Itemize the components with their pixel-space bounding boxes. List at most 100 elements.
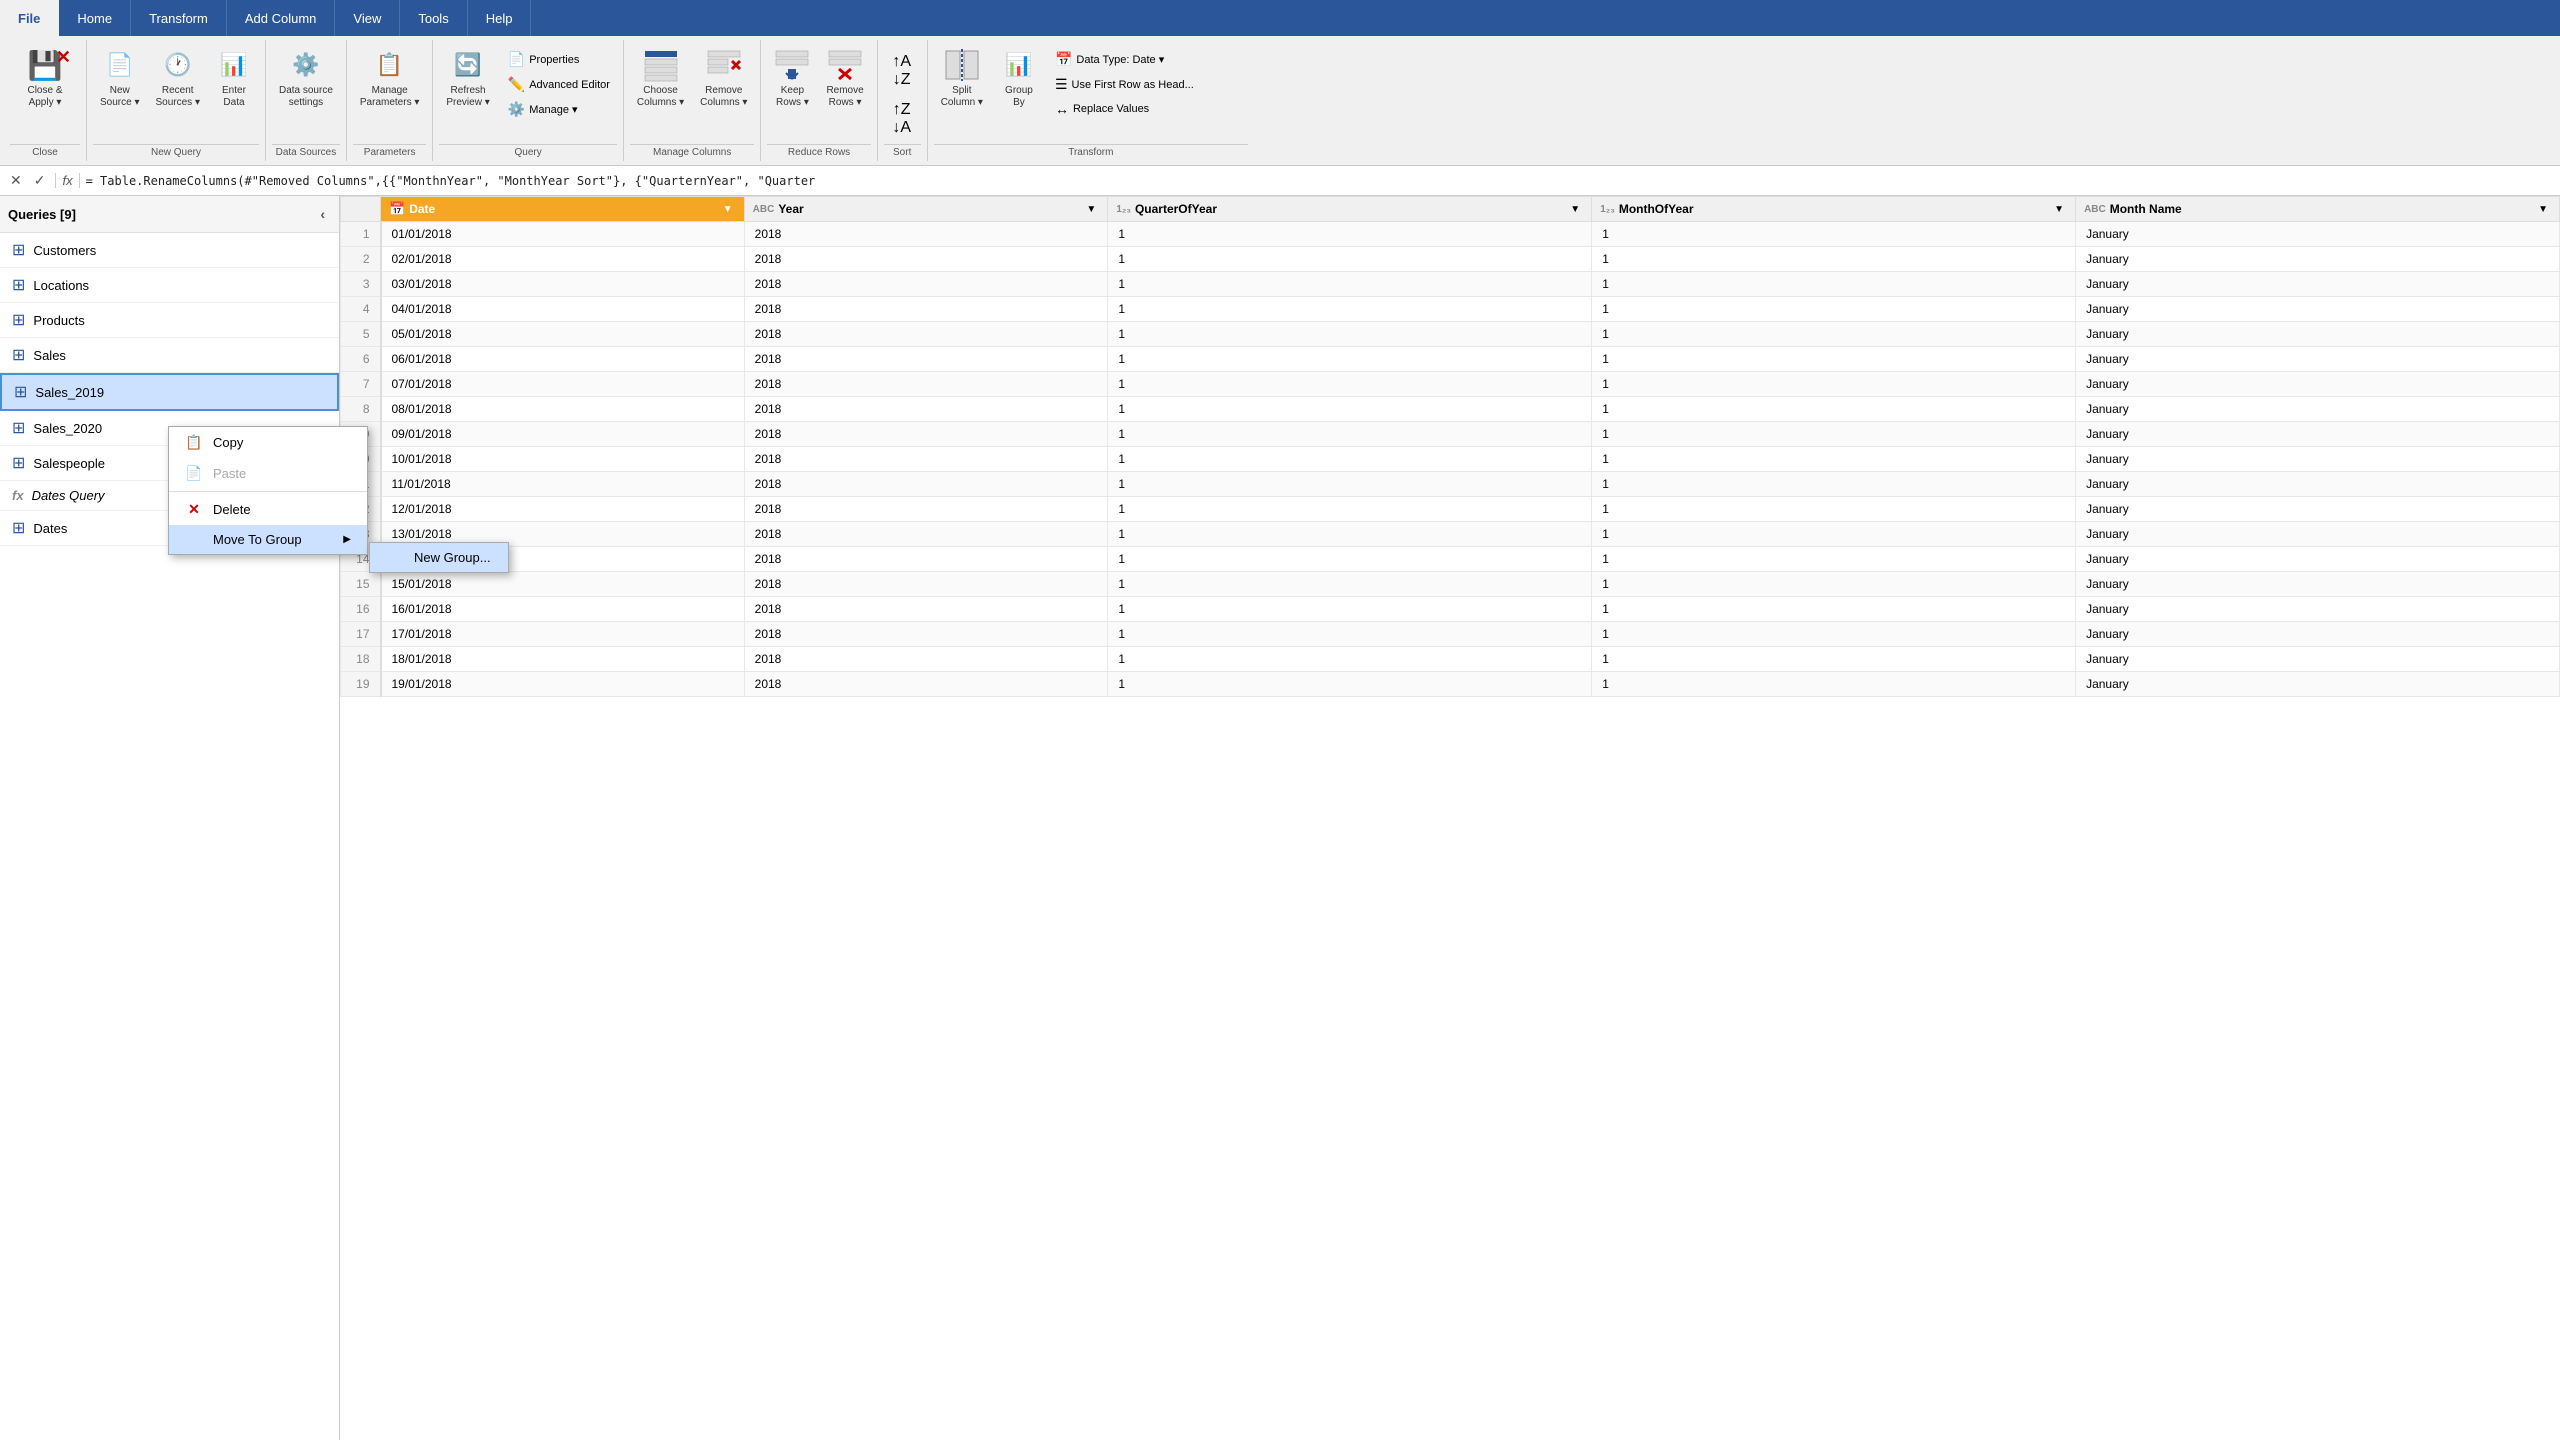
new-source-button[interactable]: 📄 NewSource ▾	[93, 42, 146, 114]
sort-desc-button[interactable]: ↑Z↓A	[884, 96, 920, 142]
enter-data-label: EnterData	[222, 85, 246, 109]
properties-button[interactable]: 📄 Properties	[501, 48, 617, 71]
table-row[interactable]: 2 02/01/2018 2018 1 1 January	[341, 247, 2560, 272]
query-item-products[interactable]: ⊞ Products	[0, 303, 339, 338]
formula-bar: ✕ ✓ fx = Table.RenameColumns(#"Removed C…	[0, 166, 2560, 196]
collapse-panel-button[interactable]: ‹	[314, 202, 331, 226]
formula-confirm-button[interactable]: ✓	[30, 170, 50, 191]
advanced-editor-button[interactable]: ✏️ Advanced Editor	[501, 73, 617, 96]
tab-help[interactable]: Help	[468, 0, 532, 36]
date-cell: 01/01/2018	[381, 222, 745, 247]
ctx-copy[interactable]: 📋 Copy	[169, 427, 367, 458]
transform-group-label: Transform	[934, 144, 1248, 161]
close-apply-button[interactable]: 💾 ✕ Close &Apply ▾	[10, 42, 80, 114]
query-item-sales[interactable]: ⊞ Sales	[0, 338, 339, 373]
date-filter-button[interactable]: ▼	[720, 203, 736, 216]
remove-columns-button[interactable]: RemoveColumns ▾	[693, 42, 754, 114]
manage-button[interactable]: ⚙️ Manage ▾	[501, 98, 617, 121]
recent-sources-button[interactable]: 🕐 RecentSources ▾	[148, 42, 206, 114]
tab-tools[interactable]: Tools	[400, 0, 467, 36]
table-row[interactable]: 4 04/01/2018 2018 1 1 January	[341, 297, 2560, 322]
data-sources-buttons: ⚙️ Data sourcesettings	[272, 42, 340, 142]
monthname-filter-button[interactable]: ▼	[2535, 203, 2551, 216]
remove-rows-button[interactable]: RemoveRows ▾	[819, 42, 870, 114]
quarter-cell: 1	[1108, 347, 1592, 372]
table-row[interactable]: 18 18/01/2018 2018 1 1 January	[341, 647, 2560, 672]
table-row[interactable]: 1 01/01/2018 2018 1 1 January	[341, 222, 2560, 247]
monthname-cell: January	[2076, 597, 2560, 622]
table-row[interactable]: 13 13/01/2018 2018 1 1 January	[341, 522, 2560, 547]
properties-label: Properties	[529, 54, 579, 66]
quarter-type-icon: 1₂₃	[1116, 204, 1131, 215]
ctx-move-to-group[interactable]: Move To Group ▶	[169, 525, 367, 554]
split-column-button[interactable]: SplitColumn ▾	[934, 42, 990, 114]
table-row[interactable]: 10 10/01/2018 2018 1 1 January	[341, 447, 2560, 472]
quarter-filter-button[interactable]: ▼	[1567, 203, 1583, 216]
table-row[interactable]: 5 05/01/2018 2018 1 1 January	[341, 322, 2560, 347]
year-cell: 2018	[744, 547, 1108, 572]
data-sources-group-label: Data Sources	[272, 144, 340, 161]
ctx-paste-label: Paste	[213, 466, 246, 481]
col-header-date[interactable]: 📅 Date ▼	[381, 197, 745, 222]
table-row[interactable]: 9 09/01/2018 2018 1 1 January	[341, 422, 2560, 447]
tab-home[interactable]: Home	[59, 0, 131, 36]
sort-buttons: ↑A↓Z ↑Z↓A	[884, 42, 921, 142]
refresh-preview-button[interactable]: 🔄 RefreshPreview ▾	[439, 42, 496, 114]
replace-values-button[interactable]: ↔ Replace Values	[1048, 98, 1248, 120]
data-source-settings-button[interactable]: ⚙️ Data sourcesettings	[272, 42, 340, 114]
close-apply-label: Close &Apply ▾	[27, 85, 62, 109]
quarter-cell: 1	[1108, 447, 1592, 472]
group-by-button[interactable]: 📊 GroupBy	[994, 42, 1044, 114]
keep-rows-button[interactable]: KeepRows ▾	[767, 42, 817, 114]
data-type-button[interactable]: 📅 Data Type: Date ▾	[1048, 48, 1248, 71]
query-item-sales2019[interactable]: ⊞ Sales_2019	[0, 373, 339, 411]
manage-columns-buttons: ChooseColumns ▾ RemoveColumns ▾	[630, 42, 755, 142]
query-item-customers[interactable]: ⊞ Customers	[0, 233, 339, 268]
manage-label: Manage ▾	[529, 103, 577, 116]
table-row[interactable]: 19 19/01/2018 2018 1 1 January	[341, 672, 2560, 697]
table-row[interactable]: 15 15/01/2018 2018 1 1 January	[341, 572, 2560, 597]
col-header-year[interactable]: ABC Year ▼	[744, 197, 1108, 222]
table-row[interactable]: 17 17/01/2018 2018 1 1 January	[341, 622, 2560, 647]
date-cell: 08/01/2018	[381, 397, 745, 422]
year-cell: 2018	[744, 272, 1108, 297]
tab-transform[interactable]: Transform	[131, 0, 227, 36]
year-filter-button[interactable]: ▼	[1083, 203, 1099, 216]
month-cell: 1	[1592, 222, 2076, 247]
table-row[interactable]: 7 07/01/2018 2018 1 1 January	[341, 372, 2560, 397]
quarter-cell: 1	[1108, 222, 1592, 247]
manage-parameters-button[interactable]: 📋 ManageParameters ▾	[353, 42, 426, 114]
tab-view[interactable]: View	[335, 0, 400, 36]
table-row[interactable]: 11 11/01/2018 2018 1 1 January	[341, 472, 2560, 497]
month-cell: 1	[1592, 597, 2076, 622]
ctx-new-group[interactable]: New Group...	[370, 543, 508, 572]
table-row[interactable]: 3 03/01/2018 2018 1 1 January	[341, 272, 2560, 297]
col-header-monthname[interactable]: ABC Month Name ▼	[2076, 197, 2560, 222]
month-cell: 1	[1592, 572, 2076, 597]
month-cell: 1	[1592, 497, 2076, 522]
enter-data-button[interactable]: 📊 EnterData	[209, 42, 259, 114]
data-type-icon: 📅	[1055, 51, 1072, 68]
ctx-delete[interactable]: ✕ Delete	[169, 494, 367, 525]
tab-add-column[interactable]: Add Column	[227, 0, 336, 36]
monthname-cell: January	[2076, 422, 2560, 447]
choose-columns-button[interactable]: ChooseColumns ▾	[630, 42, 691, 114]
month-filter-button[interactable]: ▼	[2051, 203, 2067, 216]
sort-asc-button[interactable]: ↑A↓Z	[884, 48, 920, 94]
col-header-month[interactable]: 1₂₃ MonthOfYear ▼	[1592, 197, 2076, 222]
use-first-row-button[interactable]: ☰ Use First Row as Head...	[1048, 73, 1248, 96]
manage-parameters-icon: 📋	[372, 47, 408, 83]
table-row[interactable]: 12 12/01/2018 2018 1 1 January	[341, 497, 2560, 522]
col-header-quarter[interactable]: 1₂₃ QuarterOfYear ▼	[1108, 197, 1592, 222]
query-item-locations[interactable]: ⊞ Locations	[0, 268, 339, 303]
tab-file[interactable]: File	[0, 0, 59, 36]
table-row[interactable]: 16 16/01/2018 2018 1 1 January	[341, 597, 2560, 622]
formula-cancel-button[interactable]: ✕	[6, 170, 26, 191]
table-row[interactable]: 14 14/01/2018 2018 1 1 January	[341, 547, 2560, 572]
table-row[interactable]: 8 08/01/2018 2018 1 1 January	[341, 397, 2560, 422]
month-cell: 1	[1592, 522, 2076, 547]
reduce-rows-buttons: KeepRows ▾ RemoveRows ▾	[767, 42, 870, 142]
data-area[interactable]: 📅 Date ▼ ABC Year ▼	[340, 196, 2560, 1440]
new-query-group-label: New Query	[93, 144, 259, 161]
table-row[interactable]: 6 06/01/2018 2018 1 1 January	[341, 347, 2560, 372]
